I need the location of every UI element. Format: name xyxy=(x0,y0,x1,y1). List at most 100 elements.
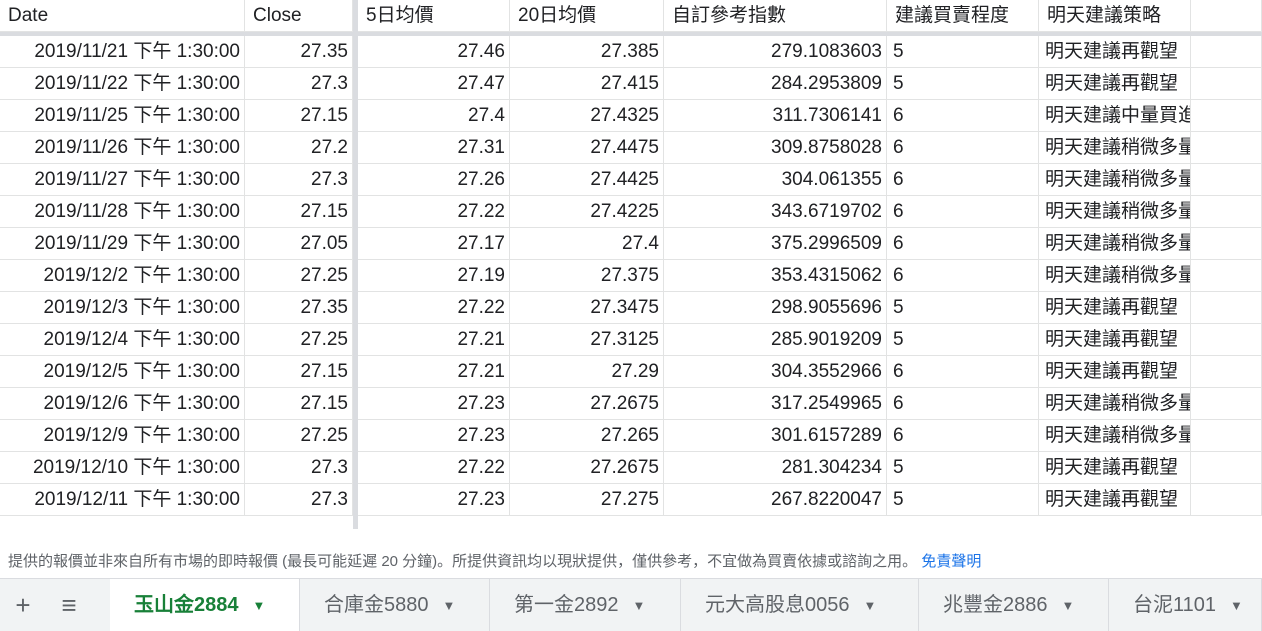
cell-date[interactable]: 2019/12/10 下午 1:30:00 xyxy=(0,452,245,484)
cell-ma20[interactable]: 27.3125 xyxy=(510,324,664,356)
cell-empty[interactable] xyxy=(1191,388,1262,420)
cell-index[interactable]: 285.9019209 xyxy=(664,324,887,356)
cell-ma5[interactable]: 27.21 xyxy=(358,356,510,388)
chevron-down-icon[interactable]: ▼ xyxy=(864,580,877,631)
cell-strategy[interactable]: 明天建議再觀望 xyxy=(1039,36,1191,68)
col-header-date[interactable]: Date xyxy=(0,0,245,32)
cell-strategy[interactable]: 明天建議中量買進 xyxy=(1039,100,1191,132)
cell-date[interactable]: 2019/12/6 下午 1:30:00 xyxy=(0,388,245,420)
sheet-tab[interactable]: 兆豐金2886 ▼ xyxy=(919,579,1109,631)
cell-index[interactable]: 284.2953809 xyxy=(664,68,887,100)
cell-date[interactable]: 2019/12/3 下午 1:30:00 xyxy=(0,292,245,324)
cell-level[interactable]: 5 xyxy=(887,36,1039,68)
cell-ma5[interactable]: 27.26 xyxy=(358,164,510,196)
cell-ma20[interactable]: 27.2675 xyxy=(510,388,664,420)
cell-level[interactable]: 5 xyxy=(887,484,1039,516)
cell-ma5[interactable]: 27.23 xyxy=(358,388,510,420)
cell-close[interactable]: 27.15 xyxy=(245,388,353,420)
cell-level[interactable]: 5 xyxy=(887,292,1039,324)
cell-date[interactable]: 2019/11/29 下午 1:30:00 xyxy=(0,228,245,260)
cell-strategy[interactable]: 明天建議再觀望 xyxy=(1039,484,1191,516)
cell-strategy[interactable]: 明天建議再觀望 xyxy=(1039,452,1191,484)
cell-ma5[interactable]: 27.46 xyxy=(358,36,510,68)
cell-empty[interactable] xyxy=(1191,292,1262,324)
frozen-row-divider[interactable] xyxy=(0,32,1262,36)
cell-ma20[interactable]: 27.4425 xyxy=(510,164,664,196)
cell-ma5[interactable]: 27.47 xyxy=(358,68,510,100)
cell-empty[interactable] xyxy=(1191,484,1262,516)
cell-strategy[interactable]: 明天建議稍微多量買進 xyxy=(1039,164,1191,196)
cell-close[interactable]: 27.35 xyxy=(245,36,353,68)
chevron-down-icon[interactable]: ▼ xyxy=(443,580,456,631)
cell-strategy[interactable]: 明天建議稍微多量買進 xyxy=(1039,228,1191,260)
cell-level[interactable]: 6 xyxy=(887,356,1039,388)
cell-level[interactable]: 5 xyxy=(887,452,1039,484)
cell-ma20[interactable]: 27.375 xyxy=(510,260,664,292)
cell-close[interactable]: 27.25 xyxy=(245,324,353,356)
col-header-level[interactable]: 建議買賣程度 xyxy=(887,0,1039,32)
chevron-down-icon[interactable]: ▼ xyxy=(253,580,266,631)
cell-empty[interactable] xyxy=(1191,420,1262,452)
cell-index[interactable]: 343.6719702 xyxy=(664,196,887,228)
cell-level[interactable]: 5 xyxy=(887,68,1039,100)
cell-index[interactable]: 301.6157289 xyxy=(664,420,887,452)
cell-ma5[interactable]: 27.22 xyxy=(358,196,510,228)
cell-close[interactable]: 27.3 xyxy=(245,68,353,100)
cell-date[interactable]: 2019/12/9 下午 1:30:00 xyxy=(0,420,245,452)
cell-close[interactable]: 27.05 xyxy=(245,228,353,260)
cell-index[interactable]: 375.2996509 xyxy=(664,228,887,260)
cell-level[interactable]: 6 xyxy=(887,196,1039,228)
cell-index[interactable]: 298.9055696 xyxy=(664,292,887,324)
cell-strategy[interactable]: 明天建議再觀望 xyxy=(1039,292,1191,324)
cell-close[interactable]: 27.3 xyxy=(245,484,353,516)
cell-ma5[interactable]: 27.31 xyxy=(358,132,510,164)
cell-close[interactable]: 27.2 xyxy=(245,132,353,164)
cell-ma20[interactable]: 27.275 xyxy=(510,484,664,516)
cell-empty[interactable] xyxy=(1191,164,1262,196)
chevron-down-icon[interactable]: ▼ xyxy=(1230,580,1243,631)
cell-strategy[interactable]: 明天建議稍微多量買進 xyxy=(1039,260,1191,292)
cell-ma5[interactable]: 27.23 xyxy=(358,420,510,452)
cell-date[interactable]: 2019/12/2 下午 1:30:00 xyxy=(0,260,245,292)
cell-ma5[interactable]: 27.19 xyxy=(358,260,510,292)
cell-ma5[interactable]: 27.22 xyxy=(358,292,510,324)
cell-ma20[interactable]: 27.4475 xyxy=(510,132,664,164)
col-header-index[interactable]: 自訂參考指數 xyxy=(664,0,887,32)
col-header-ma5[interactable]: 5日均價 xyxy=(358,0,510,32)
cell-level[interactable]: 6 xyxy=(887,100,1039,132)
cell-empty[interactable] xyxy=(1191,324,1262,356)
chevron-down-icon[interactable]: ▼ xyxy=(1062,580,1075,631)
cell-strategy[interactable]: 明天建議再觀望 xyxy=(1039,356,1191,388)
cell-date[interactable]: 2019/11/26 下午 1:30:00 xyxy=(0,132,245,164)
cell-ma20[interactable]: 27.3475 xyxy=(510,292,664,324)
sheet-tab[interactable]: 玉山金2884 ▼ xyxy=(110,579,300,631)
cell-ma20[interactable]: 27.2675 xyxy=(510,452,664,484)
cell-strategy[interactable]: 明天建議稍微多量買進 xyxy=(1039,420,1191,452)
cell-close[interactable]: 27.3 xyxy=(245,452,353,484)
cell-close[interactable]: 27.15 xyxy=(245,196,353,228)
cell-empty[interactable] xyxy=(1191,260,1262,292)
cell-strategy[interactable]: 明天建議稍微多量買進 xyxy=(1039,196,1191,228)
cell-date[interactable]: 2019/12/11 下午 1:30:00 xyxy=(0,484,245,516)
cell-close[interactable]: 27.25 xyxy=(245,420,353,452)
cell-level[interactable]: 5 xyxy=(887,324,1039,356)
col-header-ma20[interactable]: 20日均價 xyxy=(510,0,664,32)
cell-level[interactable]: 6 xyxy=(887,260,1039,292)
cell-strategy[interactable]: 明天建議再觀望 xyxy=(1039,324,1191,356)
cell-index[interactable]: 267.8220047 xyxy=(664,484,887,516)
cell-empty[interactable] xyxy=(1191,356,1262,388)
cell-ma5[interactable]: 27.21 xyxy=(358,324,510,356)
cell-ma5[interactable]: 27.22 xyxy=(358,452,510,484)
cell-close[interactable]: 27.15 xyxy=(245,356,353,388)
col-header-empty[interactable] xyxy=(1191,0,1262,32)
cell-level[interactable]: 6 xyxy=(887,132,1039,164)
cell-close[interactable]: 27.15 xyxy=(245,100,353,132)
cell-date[interactable]: 2019/11/21 下午 1:30:00 xyxy=(0,36,245,68)
cell-date[interactable]: 2019/11/28 下午 1:30:00 xyxy=(0,196,245,228)
cell-empty[interactable] xyxy=(1191,68,1262,100)
cell-empty[interactable] xyxy=(1191,228,1262,260)
cell-ma20[interactable]: 27.4225 xyxy=(510,196,664,228)
add-sheet-button[interactable]: + xyxy=(0,579,46,631)
disclaimer-link[interactable]: 免責聲明 xyxy=(921,553,981,570)
cell-close[interactable]: 27.35 xyxy=(245,292,353,324)
